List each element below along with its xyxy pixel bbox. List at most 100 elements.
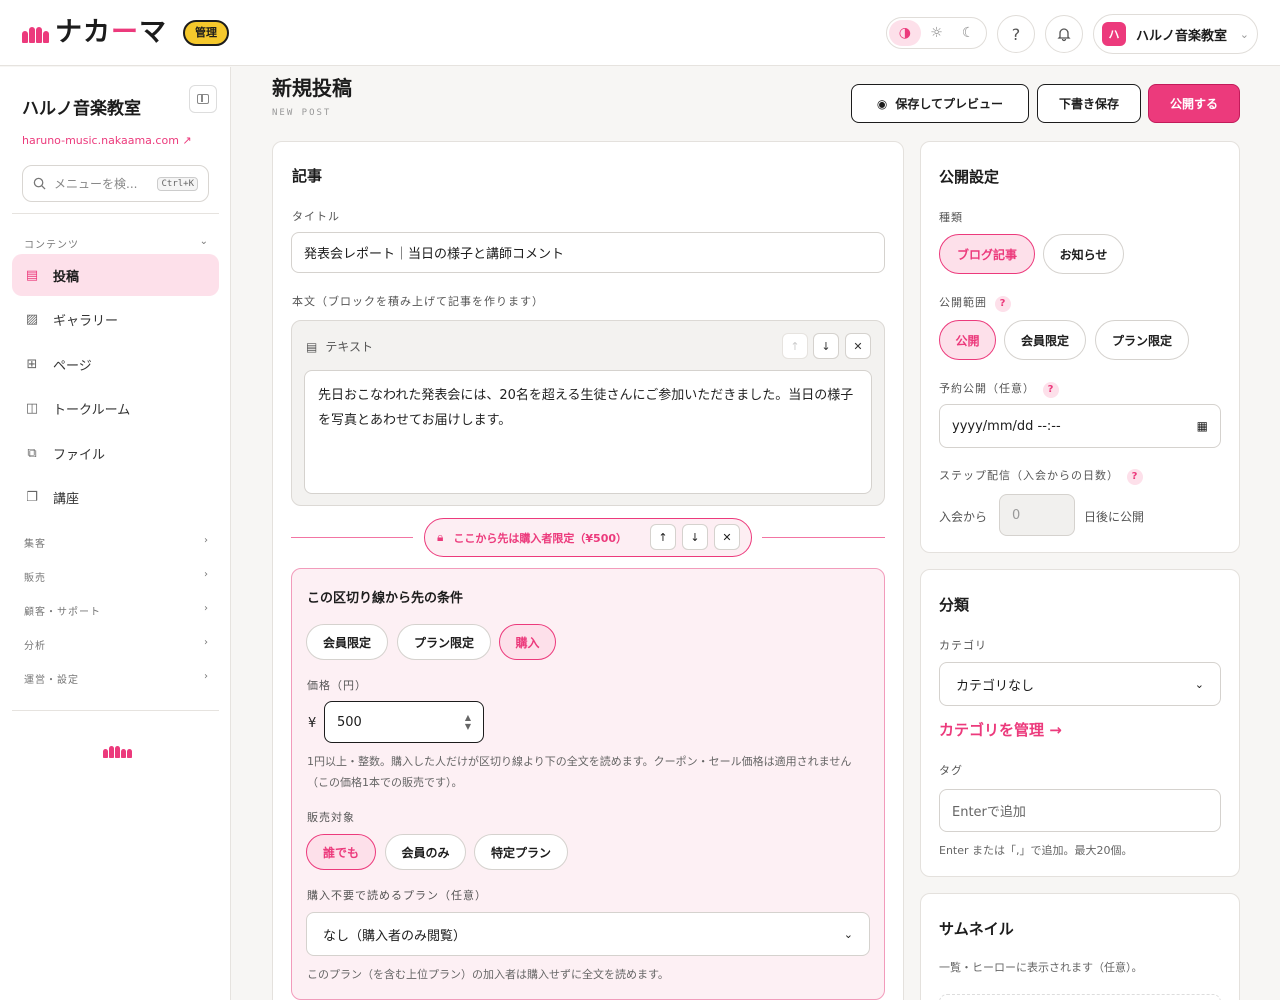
moon-icon[interactable]: ☾ bbox=[952, 20, 984, 46]
section-marketing[interactable]: 集客 › bbox=[24, 535, 209, 550]
page-subtitle: NEW POST bbox=[272, 108, 332, 118]
eye-icon: ◉ bbox=[876, 96, 888, 111]
calendar-icon[interactable]: ▦ bbox=[1197, 419, 1208, 433]
menu-search-input[interactable]: メニューを検... Ctrl+K bbox=[22, 165, 209, 202]
scope-plan-chip[interactable]: プラン限定 bbox=[1095, 320, 1189, 360]
sidebar-item-courses[interactable]: ❐ 講座 bbox=[12, 476, 219, 518]
scope-members-chip[interactable]: 会員限定 bbox=[1004, 320, 1086, 360]
top-bar: ナカーマ 管理 ◑ ☼ ☾ ? ハ ハルノ音楽教室 ⌄ bbox=[0, 0, 1280, 66]
section-settings[interactable]: 運営・設定 › bbox=[24, 671, 209, 686]
logo-text: ナカーマ bbox=[55, 17, 167, 48]
sidebar-collapse-icon[interactable] bbox=[189, 85, 217, 113]
book-icon: ❐ bbox=[26, 489, 38, 505]
thumbnail-card: サムネイル 一覧・ヒーローに表示されます（任意）。 bbox=[920, 893, 1240, 1000]
sun-icon[interactable]: ☼ bbox=[921, 20, 953, 46]
section-support[interactable]: 顧客・サポート › bbox=[24, 603, 209, 618]
scope-label: 公開範囲? bbox=[939, 294, 1011, 312]
condition-plan-chip[interactable]: プラン限定 bbox=[397, 624, 491, 660]
type-news-chip[interactable]: お知らせ bbox=[1043, 234, 1124, 274]
thumbnail-dropzone[interactable] bbox=[939, 994, 1221, 1000]
paywall-conditions: この区切り線から先の条件 会員限定 プラン限定 購入 価格（円） ¥ 500 ▲… bbox=[291, 568, 885, 1000]
help-icon[interactable]: ? bbox=[1127, 468, 1143, 485]
chevron-right-icon: › bbox=[204, 637, 209, 648]
body-label: 本文（ブロックを積み上げて記事を作ります） bbox=[292, 295, 544, 308]
help-icon[interactable]: ? bbox=[1043, 381, 1059, 398]
target-anyone-chip[interactable]: 誰でも bbox=[306, 834, 376, 870]
move-up-icon[interactable]: ↑ bbox=[782, 333, 808, 359]
bell-icon[interactable] bbox=[1045, 15, 1083, 53]
admin-badge: 管理 bbox=[183, 20, 229, 46]
site-link[interactable]: haruno-music.nakaama.com ↗ bbox=[22, 134, 192, 147]
classification-card: 分類 カテゴリ カテゴリなし ⌄ カテゴリを管理 → タグ Enterで追加 E… bbox=[920, 569, 1240, 877]
schedule-datetime-input[interactable]: yyyy/mm/dd --:-- ▦ bbox=[939, 404, 1221, 448]
chevron-right-icon: › bbox=[204, 535, 209, 546]
manage-category-link[interactable]: カテゴリを管理 → bbox=[939, 719, 1062, 740]
section-sales[interactable]: 販売 › bbox=[24, 569, 209, 584]
condition-members-chip[interactable]: 会員限定 bbox=[306, 624, 388, 660]
step-label: ステップ配信（入会からの日数）? bbox=[939, 467, 1143, 485]
tag-input[interactable]: Enterで追加 bbox=[939, 789, 1221, 832]
title-input[interactable]: 発表会レポート｜当日の様子と講師コメント bbox=[291, 232, 885, 273]
account-menu[interactable]: ハ ハルノ音楽教室 ⌄ bbox=[1093, 14, 1258, 54]
condition-purchase-chip[interactable]: 購入 bbox=[499, 624, 556, 660]
type-blog-chip[interactable]: ブログ記事 bbox=[939, 234, 1035, 274]
block-text-area[interactable]: 先日おこなわれた発表会には、20名を超える生徒さんにご参加いただきました。当日の… bbox=[304, 370, 872, 494]
move-down-icon[interactable]: ↓ bbox=[682, 524, 708, 550]
step-days-input[interactable]: 0 bbox=[999, 494, 1075, 536]
page-title: 新規投稿 bbox=[272, 76, 352, 100]
target-plan-chip[interactable]: 特定プラン bbox=[474, 834, 568, 870]
schedule-label: 予約公開（任意）? bbox=[939, 380, 1059, 398]
free-plan-select[interactable]: なし（購入者のみ閲覧） ⌄ bbox=[306, 912, 870, 956]
sidebar-item-talkroom[interactable]: ◫ トークルーム bbox=[12, 387, 219, 429]
contrast-icon[interactable]: ◑ bbox=[889, 20, 921, 46]
publish-button[interactable]: 公開する bbox=[1148, 84, 1240, 123]
title-label: タイトル bbox=[292, 210, 340, 223]
sidebar-item-posts[interactable]: ▤ 投稿 bbox=[12, 254, 219, 296]
move-up-icon[interactable]: ↑ bbox=[650, 524, 676, 550]
save-draft-button[interactable]: 下書き保存 bbox=[1037, 84, 1141, 123]
thumbnail-help: 一覧・ヒーローに表示されます（任意）。 bbox=[939, 961, 1143, 974]
paywall-label: ここから先は購入者限定（¥500） bbox=[453, 531, 628, 545]
sidebar-item-label: ページ bbox=[53, 358, 92, 374]
sidebar-item-files[interactable]: ⧉ ファイル bbox=[12, 432, 219, 474]
text-block: ▤ テキスト ↑ ↓ ✕ 先日おこなわれた発表会には、20名を超える生徒さんにご… bbox=[291, 320, 885, 506]
category-select[interactable]: カテゴリなし ⌄ bbox=[939, 662, 1221, 706]
move-down-icon[interactable]: ↓ bbox=[813, 333, 839, 359]
section-analytics[interactable]: 分析 › bbox=[24, 637, 209, 652]
image-icon: ▨ bbox=[25, 311, 39, 327]
price-input[interactable]: 500 ▲ ▼ bbox=[324, 701, 484, 743]
step-suffix: 日後に公開 bbox=[1084, 510, 1145, 524]
price-value: 500 bbox=[337, 714, 362, 730]
chevron-down-icon: ⌄ bbox=[843, 927, 853, 941]
scope-public-chip[interactable]: 公開 bbox=[939, 320, 996, 360]
account-avatar: ハ bbox=[1102, 22, 1126, 46]
type-label: 種類 bbox=[939, 211, 963, 224]
sidebar-item-label: ギャラリー bbox=[53, 313, 119, 329]
file-icon: ⧉ bbox=[27, 445, 37, 461]
chevron-right-icon: › bbox=[204, 603, 209, 614]
sidebar-item-gallery[interactable]: ▨ ギャラリー bbox=[12, 298, 219, 340]
sidebar-item-label: 講座 bbox=[53, 491, 80, 507]
external-link-icon: ↗ bbox=[182, 134, 192, 147]
chevron-down-icon: ⌄ bbox=[1239, 27, 1249, 41]
sidebar-item-pages[interactable]: ⊞ ページ bbox=[12, 343, 219, 385]
save-preview-button[interactable]: ◉ 保存してプレビュー bbox=[851, 84, 1029, 123]
target-members-chip[interactable]: 会員のみ bbox=[385, 834, 466, 870]
help-icon[interactable]: ? bbox=[997, 15, 1035, 53]
close-icon[interactable]: ✕ bbox=[845, 333, 871, 359]
divider bbox=[12, 710, 219, 711]
theme-switcher: ◑ ☼ ☾ bbox=[886, 17, 987, 49]
block-type-label: テキスト bbox=[325, 340, 373, 354]
help-icon[interactable]: ? bbox=[995, 295, 1011, 312]
spinner-icon[interactable]: ▲ ▼ bbox=[465, 713, 471, 731]
app-logo[interactable]: ナカーマ 管理 bbox=[22, 16, 229, 50]
chevron-right-icon: › bbox=[204, 671, 209, 682]
section-content[interactable]: コンテンツ ⌄ bbox=[24, 236, 209, 251]
publish-settings-card: 公開設定 種類 ブログ記事 お知らせ 公開範囲? 公開 会員限定 プラン限定 予… bbox=[920, 141, 1240, 553]
article-card-title: 記事 bbox=[292, 167, 323, 185]
thumbnail-card-title: サムネイル bbox=[939, 920, 1014, 938]
paywall-divider[interactable]: 🔒︎ ここから先は購入者限定（¥500） ↑ ↓ ✕ bbox=[424, 518, 752, 557]
sidebar-item-label: トークルーム bbox=[53, 402, 131, 418]
close-icon[interactable]: ✕ bbox=[714, 524, 740, 550]
free-plan-help: このプラン（を含む上位プラン）の加入者は購入せずに全文を読めます。 bbox=[307, 968, 669, 981]
